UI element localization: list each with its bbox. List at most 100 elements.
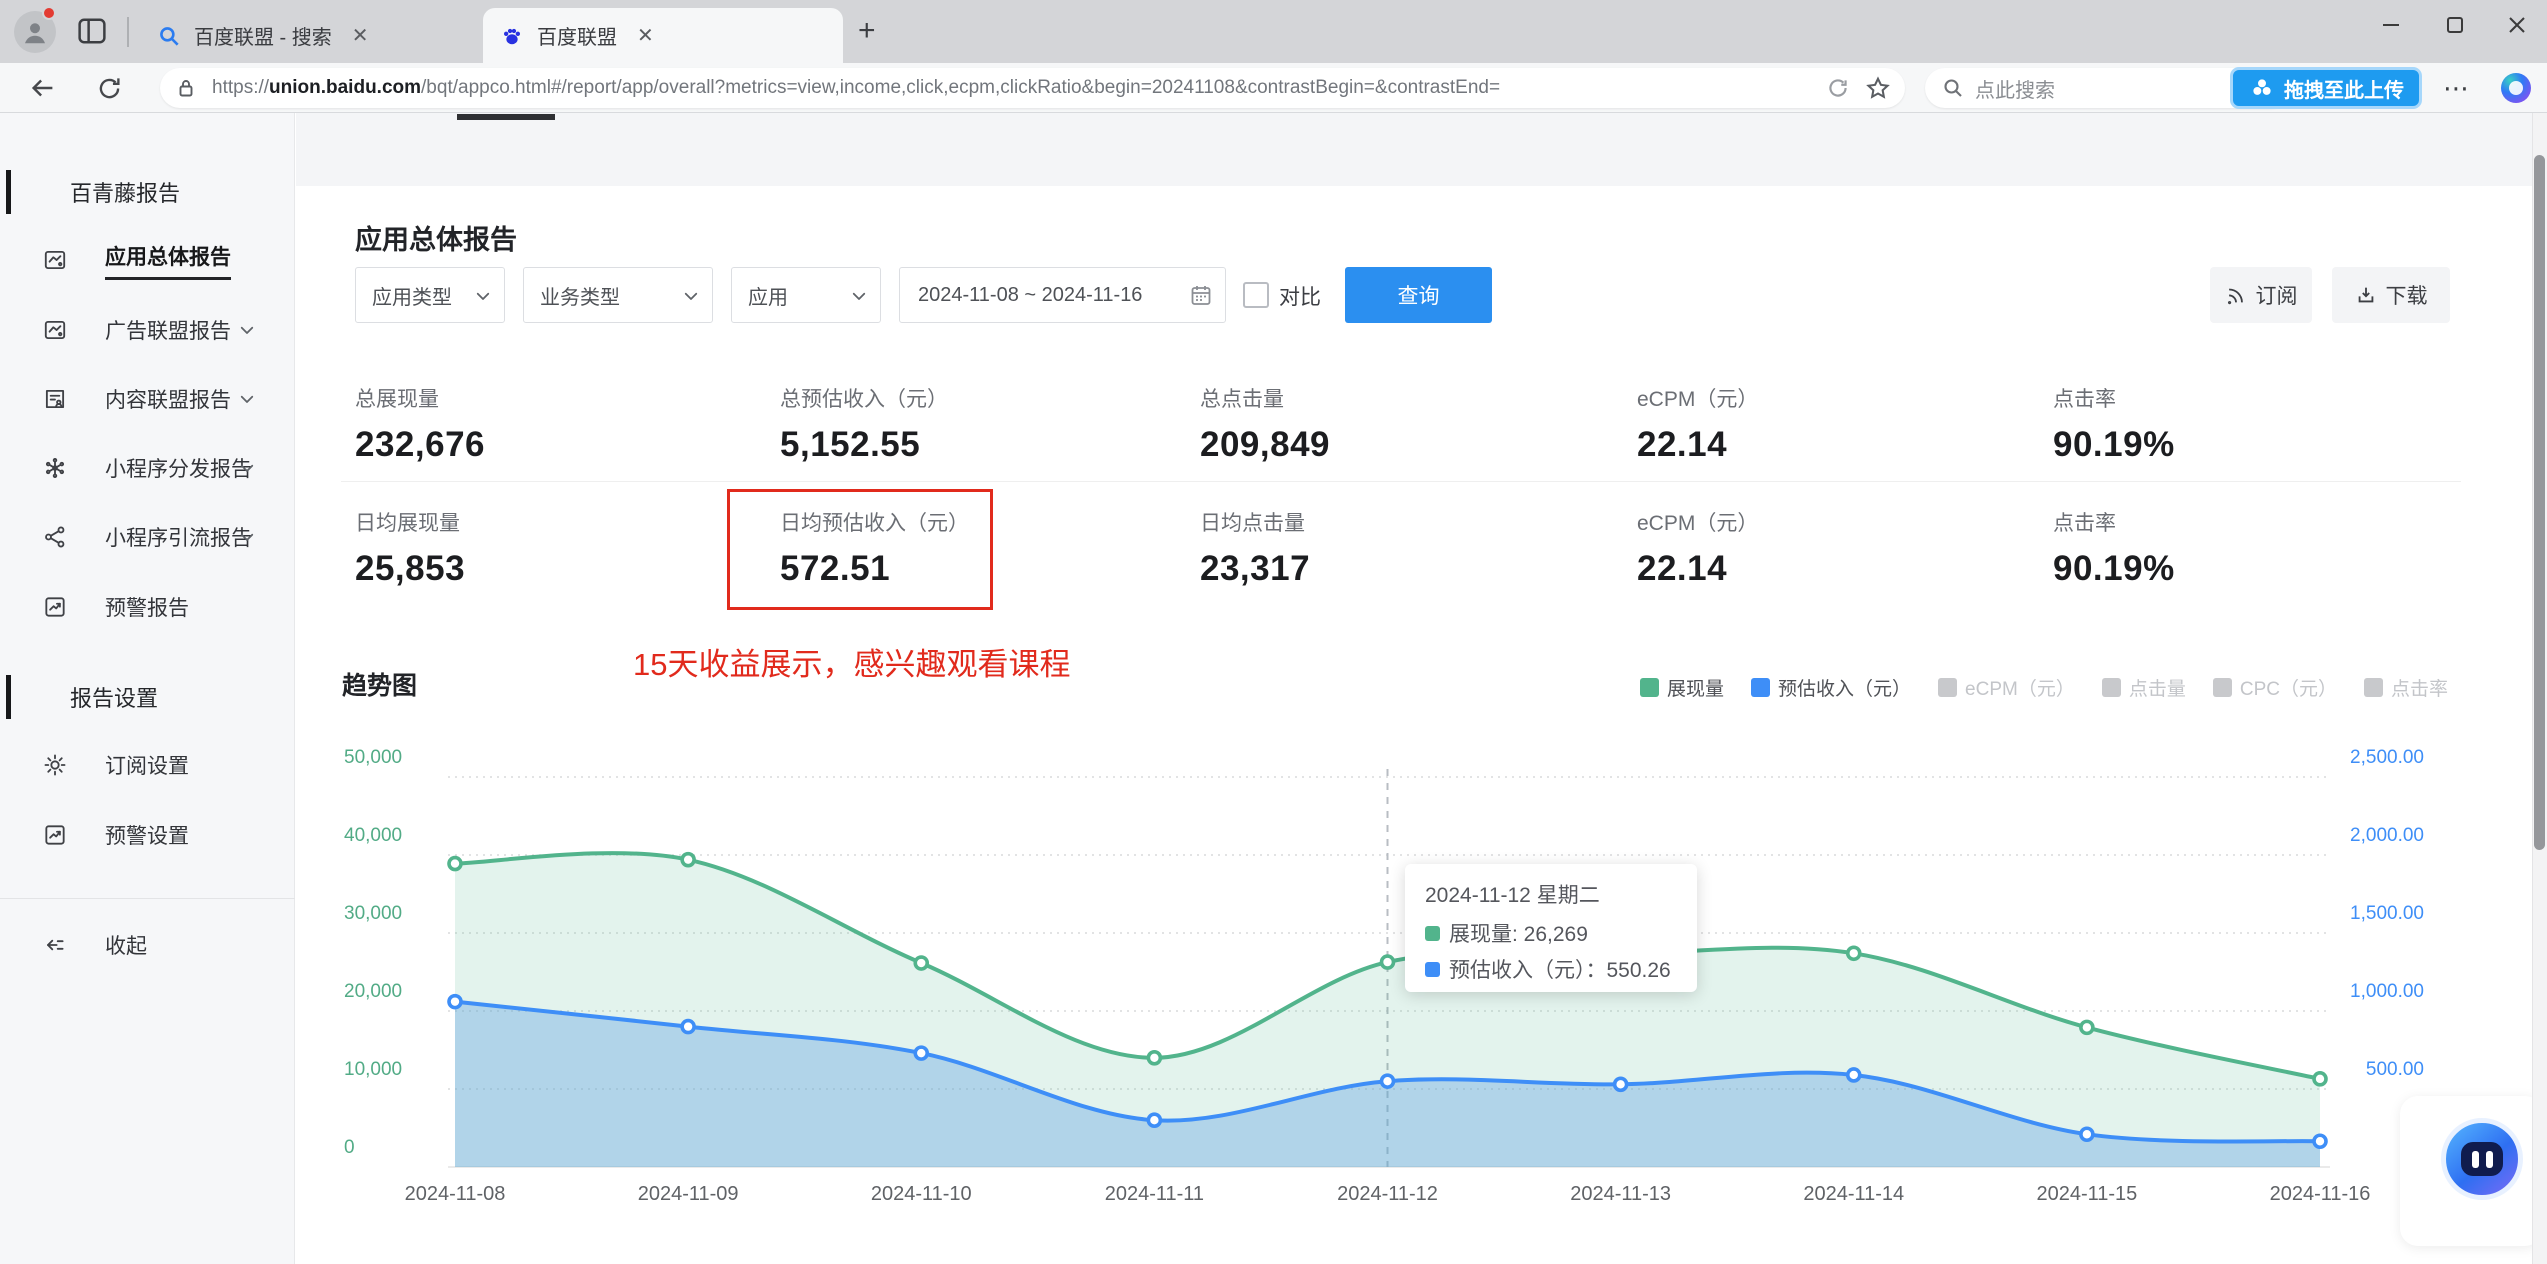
legend-label: 预估收入（元） <box>1778 679 1912 700</box>
workspaces-icon[interactable] <box>74 13 110 49</box>
chevron-down-icon <box>474 287 490 303</box>
tooltip-row-1: 预估收入（元）：550.26 <box>1425 954 1677 984</box>
legend-label: 展现量 <box>1667 679 1725 700</box>
download-icon <box>2358 287 2373 303</box>
stat-label: 日均展现量 <box>355 512 460 535</box>
legend-item-5[interactable]: 点击率 <box>2363 674 2448 701</box>
url-bar[interactable]: https://union.baidu.com/bqt/appco.html#/… <box>160 68 1905 108</box>
refresh-icon[interactable] <box>90 69 128 107</box>
tab-close-icon[interactable]: ✕ <box>631 21 660 50</box>
sidebar-item-1[interactable]: 广告联盟报告 <box>0 303 295 357</box>
legend-swatch <box>2101 678 2121 697</box>
page-top-dark-bar <box>457 114 555 120</box>
sidebar-item-0[interactable]: 应用总体报告 <box>0 233 295 287</box>
stats-divider <box>341 481 2461 482</box>
browser-toolbar: https://union.baidu.com/bqt/appco.html#/… <box>0 63 2547 113</box>
window-close-button[interactable] <box>2486 0 2547 50</box>
tooltip-rows: 展现量: 26,269 预估收入（元）：550.26 <box>1425 918 1677 984</box>
baidu-paw-favicon <box>503 28 521 44</box>
query-button[interactable]: 查询 <box>1345 267 1492 323</box>
sidebar-collapse-button[interactable]: 收起 <box>0 918 295 972</box>
filter-select-2[interactable]: 应用 <box>731 267 881 323</box>
legend-swatch <box>2363 678 2383 697</box>
chevron-down-icon <box>238 321 256 339</box>
tab-title: 百度联盟 - 搜索 <box>194 27 332 49</box>
sidebar-item-label: 小程序引流报告 <box>105 527 252 550</box>
compare-checkbox[interactable] <box>1243 282 1269 308</box>
share-icon <box>42 524 68 550</box>
search-placeholder: 点此搜索 <box>1975 79 2055 102</box>
left-axis-tick: 30,000 <box>344 903 403 924</box>
robot-face-icon <box>2461 1142 2503 1176</box>
section-accent-bar <box>6 675 11 719</box>
alert-report-icon <box>42 822 68 848</box>
tab-baidu-union-search[interactable]: 百度联盟 - 搜索 ✕ <box>140 8 480 63</box>
stat-value: 232,676 <box>355 425 486 464</box>
x-axis-label: 2024-11-09 <box>637 1183 739 1205</box>
favorite-star-icon[interactable] <box>1865 75 1891 101</box>
select-value: 应用 <box>748 286 788 309</box>
legend-label: 点击量 <box>2128 679 2186 700</box>
legend-item-0[interactable]: 展现量 <box>1640 674 1724 701</box>
content-report-icon <box>42 386 68 412</box>
scrollbar-thumb[interactable] <box>2534 155 2545 850</box>
right-axis-tick: 2,500.00 <box>2350 747 2424 768</box>
legend-item-1[interactable]: 预估收入（元） <box>1751 674 1911 701</box>
section-title: 百青藤报告 <box>70 181 181 206</box>
copilot-icon[interactable] <box>2498 70 2534 106</box>
right-axis-tick: 500.00 <box>2365 1059 2424 1080</box>
sidebar-item-label: 订阅设置 <box>105 755 189 778</box>
sidebar-item-5[interactable]: 预警报告 <box>0 580 295 634</box>
sidebar-setting-item-0[interactable]: 订阅设置 <box>0 738 295 792</box>
new-tab-button[interactable]: + <box>858 16 876 46</box>
browser-titlebar: 百度联盟 - 搜索 ✕ 百度联盟 ✕ + <box>0 0 2547 63</box>
notification-dot <box>42 6 56 20</box>
subscribe-button[interactable]: 订阅 <box>2210 267 2312 323</box>
netdisk-upload-button[interactable]: 拖拽至此上传 <box>2230 67 2422 109</box>
assistant-robot-button[interactable] <box>2441 1118 2523 1200</box>
window-maximize-button[interactable] <box>2424 0 2486 50</box>
netdisk-icon <box>2253 79 2271 95</box>
filter-select-1[interactable]: 业务类型 <box>523 267 713 323</box>
window-minimize-button[interactable] <box>2360 0 2422 50</box>
sidebar-item-2[interactable]: 内容联盟报告 <box>0 372 295 426</box>
sidebar-item-label: 应用总体报告 <box>105 241 231 280</box>
stat-daily-3: eCPM（元） 22.14 <box>1637 507 1758 589</box>
main-panel: 应用总体报告 应用类型 业务类型 应用 2024-11-08 ~ 2024-11… <box>296 113 2543 1264</box>
collapse-icon <box>42 932 68 958</box>
sidebar-setting-item-1[interactable]: 预警设置 <box>0 808 295 862</box>
tab-title: 百度联盟 <box>537 27 617 49</box>
filter-select-0[interactable]: 应用类型 <box>355 267 505 323</box>
stat-label: 点击率 <box>2053 512 2116 535</box>
stat-value: 22.14 <box>1637 425 1728 464</box>
stats-row-daily-averages: 日均展现量 25,853 日均预估收入（元） 572.51 日均点击量 23,317… <box>296 507 2532 607</box>
legend-item-2[interactable]: eCPM（元） <box>1938 674 2075 701</box>
tooltip-swatch <box>1425 961 1440 977</box>
stat-daily-0: 日均展现量 25,853 <box>355 507 465 589</box>
rss-icon <box>2227 288 2243 305</box>
browser-menu-icon[interactable]: ⋯ <box>2438 69 2476 107</box>
stat-value: 209,849 <box>1200 425 1331 464</box>
tab-close-icon[interactable]: ✕ <box>346 21 375 50</box>
sidebar-item-4[interactable]: 小程序引流报告 <box>0 510 295 564</box>
stat-label: 日均点击量 <box>1200 512 1305 535</box>
chevron-down-icon <box>238 459 256 477</box>
page-refresh-badge-icon[interactable] <box>1825 75 1851 101</box>
calendar-icon <box>1191 286 1211 305</box>
download-button[interactable]: 下载 <box>2332 267 2450 323</box>
sidebar-item-3[interactable]: 小程序分发报告 <box>0 441 295 495</box>
legend-item-4[interactable]: CPC（元） <box>2212 674 2337 701</box>
sidebar-item-label: 预警报告 <box>105 597 189 620</box>
tab-baidu-union[interactable]: 百度联盟 ✕ <box>483 8 843 63</box>
stat-value: 90.19% <box>2053 425 2175 464</box>
x-axis-label: 2024-11-14 <box>1803 1183 1905 1205</box>
stat-label: eCPM（元） <box>1637 512 1759 535</box>
tooltip-text: 预估收入（元）：550.26 <box>1449 959 1671 982</box>
back-icon[interactable] <box>24 69 62 107</box>
tooltip-date: 2024-11-12 星期二 <box>1425 884 1600 907</box>
date-range-picker[interactable]: 2024-11-08 ~ 2024-11-16 <box>899 267 1226 323</box>
legend-swatch <box>1751 678 1771 697</box>
url-text[interactable]: https://union.baidu.com/bqt/appco.html#/… <box>212 77 1811 99</box>
stat-daily-2: 日均点击量 23,317 <box>1200 507 1310 589</box>
legend-item-3[interactable]: 点击量 <box>2101 674 2186 701</box>
